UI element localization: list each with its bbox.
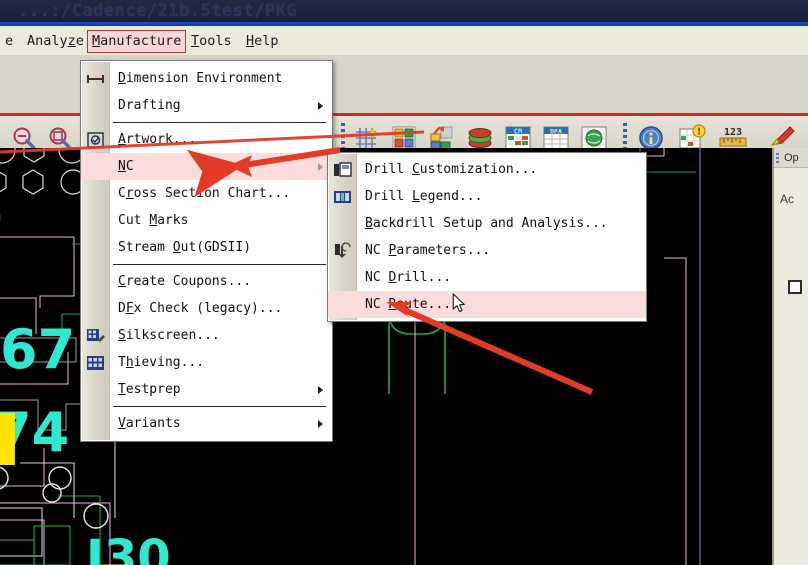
menu-item-analyze[interactable]: Analyze [22,30,89,52]
mouse-cursor [452,293,465,313]
submenu-item-drill-customization[interactable]: Drill Customization... [328,156,646,183]
panel-grip-dots [776,153,779,163]
svg-text:CM: CM [514,128,522,136]
menu-item-nc[interactable]: NC [81,153,332,180]
svg-text:123: 123 [724,127,742,138]
menu-item-variants[interactable]: Variants [81,410,332,437]
artwork-icon [86,131,105,149]
menu-item-file-clipped[interactable]: e [0,30,18,52]
panel-tab-options[interactable]: Op [774,148,808,168]
pcb-silk-accent-yellow: ▬ [96,548,136,565]
chevron-right-icon [318,101,323,110]
panel-checkbox[interactable] [788,280,802,294]
menu-item-drafting[interactable]: Drafting [81,92,332,119]
submenu-item-nc-drill[interactable]: NC Drill... [328,264,646,291]
window-title-bar: ...:/Cadence/21b.5test/PKG [0,0,808,26]
menu-item-silkscreen[interactable]: Silkscreen... [81,322,332,349]
dimension-icon [86,70,105,88]
menu-separator-2 [113,264,326,265]
menu-item-thieving[interactable]: Thieving... [81,349,332,376]
pcb-silk-accent-yellow-2: ▌ [0,414,32,465]
submenu-item-nc-parameters[interactable]: NC Parameters... [328,237,646,264]
menu-item-stream-out-gdsii[interactable]: Stream Out(GDSII) [81,234,332,261]
allegro-pcb-editor-window: ...:/Cadence/21b.5test/PKG e Analyze Man… [0,0,808,565]
options-control-panel: Op Ac [772,148,808,565]
menu-item-dfx-check-legacy[interactable]: DFx Check (legacy)... [81,295,332,322]
pcb-silk-text-78: 78 [0,165,4,233]
title-accent-strip [0,22,808,24]
drill-legend-icon [333,188,352,206]
nc-submenu[interactable]: Drill Customization... Drill Legend... B… [327,152,647,322]
pcb-silk-text-67: 67 [0,318,76,381]
menu-separator-3 [113,406,326,407]
submenu-item-backdrill-setup-and-analysis[interactable]: Backdrill Setup and Analysis... [328,210,646,237]
menu-bar: e Analyze Manufacture Tools Help [0,26,808,56]
chevron-right-icon [318,162,323,171]
menu-item-tools[interactable]: Tools [186,30,237,52]
window-title: ...:/Cadence/21b.5test/PKG [18,1,298,21]
menu-separator-1 [113,122,326,123]
menu-item-create-coupons[interactable]: Create Coupons... [81,268,332,295]
drill-customization-icon [333,161,352,179]
chevron-right-icon [318,419,323,428]
menu-item-artwork[interactable]: Artwork... [81,126,332,153]
manufacture-menu[interactable]: Dimension Environment Drafting Artwork..… [80,60,333,442]
panel-tab-label: Op [784,152,799,164]
menu-item-testprep[interactable]: Testprep [81,376,332,403]
menu-item-cut-marks[interactable]: Cut Marks [81,207,332,234]
menu-item-manufacture[interactable]: Manufacture [87,30,187,53]
submenu-item-nc-route[interactable]: NC Route... [328,291,646,318]
menu-item-help[interactable]: Help [241,30,284,52]
menu-item-cross-section-chart[interactable]: Cross Section Chart... [81,180,332,207]
menu-item-dimension-environment[interactable]: Dimension Environment [81,65,332,92]
chevron-right-icon [318,385,323,394]
nc-parameters-icon [333,241,352,260]
thieving-icon [86,354,105,372]
submenu-item-drill-legend[interactable]: Drill Legend... [328,183,646,210]
panel-section-label: Ac [780,192,795,206]
silkscreen-icon [86,327,105,345]
